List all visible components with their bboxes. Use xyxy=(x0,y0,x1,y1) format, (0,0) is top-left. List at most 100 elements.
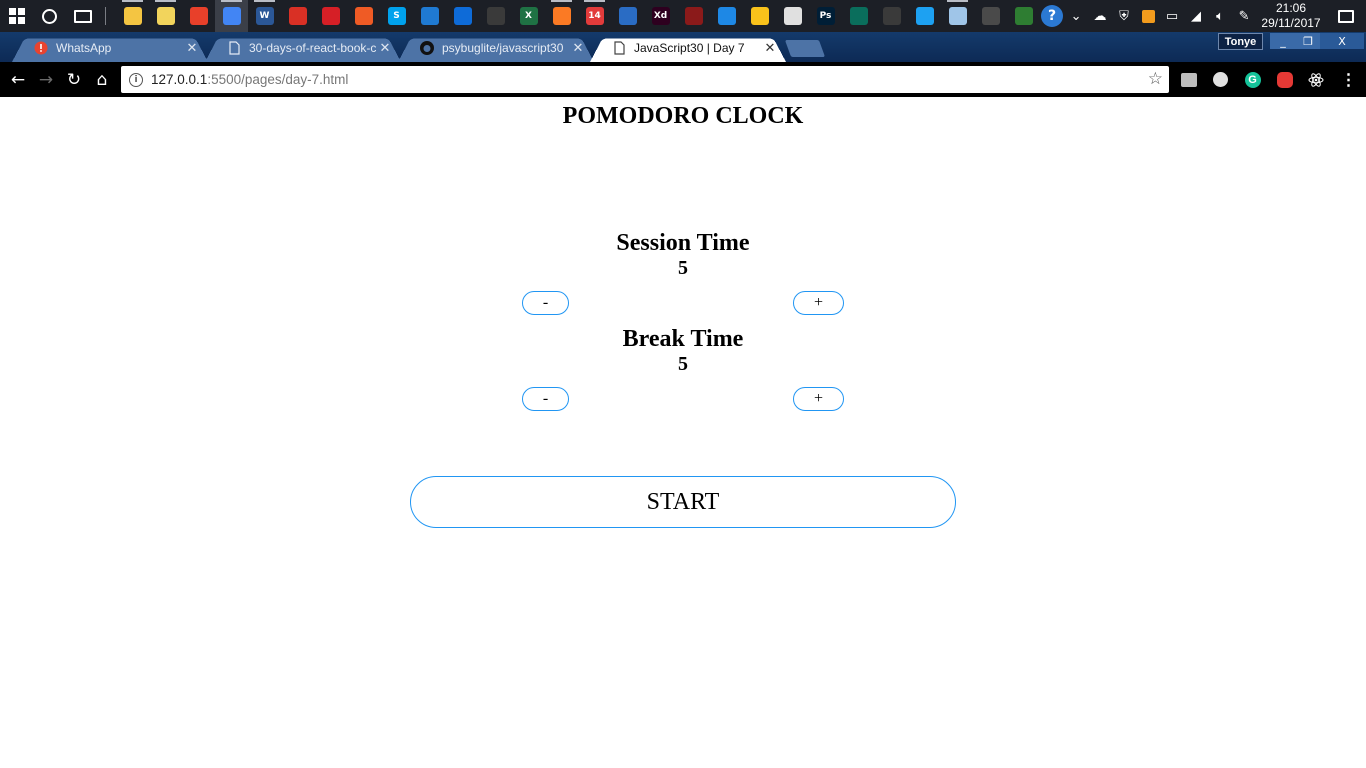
grammarly-icon[interactable]: G xyxy=(1244,71,1261,88)
network-icon[interactable]: ◢ xyxy=(1184,0,1208,32)
break-time-value: 5 xyxy=(678,353,688,375)
tab-whatsapp[interactable]: WhatsApp ✕ xyxy=(12,34,208,62)
app-glyph-icon xyxy=(882,7,901,25)
taskbar-app-acrobat[interactable] xyxy=(281,0,314,32)
address-bar[interactable]: i 127.0.0.1:5500/pages/day-7.html ☆ xyxy=(121,66,1169,93)
react-devtools-icon[interactable] xyxy=(1307,71,1324,88)
taskbar-app-teamviewer[interactable] xyxy=(446,0,479,32)
close-window-button[interactable]: X xyxy=(1320,33,1364,49)
task-view-button[interactable] xyxy=(66,0,99,32)
teamviewer-icon xyxy=(453,7,472,25)
reload-button[interactable]: ↻ xyxy=(60,62,88,97)
app-yellow-icon xyxy=(750,7,769,25)
tray-cloud-icon[interactable]: ☁ xyxy=(1088,0,1112,32)
back-button[interactable]: ← xyxy=(4,62,32,97)
taskbar-app-word[interactable]: W xyxy=(248,0,281,32)
taskbar-app-app-glyph[interactable] xyxy=(875,0,908,32)
start-button[interactable] xyxy=(0,0,33,32)
app-teal-icon xyxy=(849,7,868,25)
taskbar-app-vscode[interactable] xyxy=(413,0,446,32)
taskbar-app-app-yellow[interactable] xyxy=(743,0,776,32)
taskbar-app-app-blue[interactable] xyxy=(611,0,644,32)
adblock-icon[interactable] xyxy=(1276,71,1293,88)
show-hidden-icons-button[interactable]: ⌄ xyxy=(1064,0,1088,32)
tab-strip: WhatsApp ✕ 30-days-of-react-book-c ✕ psy… xyxy=(0,32,1366,62)
taskbar-app-app-cyan[interactable] xyxy=(710,0,743,32)
help-button[interactable]: ? xyxy=(1040,0,1064,32)
maximize-button[interactable]: ❐ xyxy=(1296,33,1320,49)
taskbar-app-adobe-xd[interactable]: Xd xyxy=(644,0,677,32)
taskbar-app-brave[interactable] xyxy=(182,0,215,32)
taskbar-app-chrome[interactable] xyxy=(215,0,249,32)
tray-media-icon[interactable] xyxy=(1136,0,1160,32)
clock-date: 29/11/2017 xyxy=(1261,16,1321,30)
taskbar-separator xyxy=(105,7,107,25)
close-tab-icon[interactable]: ✕ xyxy=(762,41,778,56)
arrow-right-icon: → xyxy=(38,69,54,90)
session-increment-button[interactable]: + xyxy=(793,291,844,315)
task-view-icon xyxy=(73,9,92,23)
taskbar-app-xampp[interactable] xyxy=(545,0,578,32)
pinned-apps: W S X 14 Xd Ps xyxy=(116,0,1040,32)
extension-photo-icon[interactable] xyxy=(1180,71,1197,88)
break-decrement-button[interactable]: - xyxy=(522,387,569,411)
url-text: 127.0.0.1:5500/pages/day-7.html xyxy=(151,72,348,87)
break-increment-button[interactable]: + xyxy=(793,387,844,411)
tab-30-days-of-react[interactable]: 30-days-of-react-book-c ✕ xyxy=(205,34,401,62)
start-button[interactable]: START xyxy=(410,476,956,528)
taskbar-app-app-red[interactable] xyxy=(677,0,710,32)
taskbar-app-notepad[interactable] xyxy=(941,0,974,32)
tab-github-javascript30[interactable]: psybuglite/javascript30 ✕ xyxy=(398,34,594,62)
cortana-icon xyxy=(42,8,58,24)
close-tab-icon[interactable]: ✕ xyxy=(570,41,586,56)
taskbar-app-opera[interactable] xyxy=(314,0,347,32)
taskbar-app-fourteen[interactable]: 14 xyxy=(578,0,611,32)
notification-icon xyxy=(1338,9,1355,23)
pen-icon[interactable]: ✎ xyxy=(1232,0,1256,32)
close-tab-icon[interactable]: ✕ xyxy=(184,41,200,56)
app-cyan-icon xyxy=(717,7,736,25)
taskbar-app-postman[interactable] xyxy=(347,0,380,32)
close-tab-icon[interactable]: ✕ xyxy=(377,41,393,56)
chrome-menu-icon[interactable]: ⋮ xyxy=(1340,71,1357,89)
extension-circle-icon[interactable] xyxy=(1212,71,1229,88)
forward-button[interactable]: → xyxy=(32,62,60,97)
app-circle-icon xyxy=(783,7,802,25)
windows-icon xyxy=(8,8,25,24)
taskbar-app-app-circle[interactable] xyxy=(776,0,809,32)
tab-title: JavaScript30 | Day 7 xyxy=(634,41,745,55)
taskbar-app-git[interactable] xyxy=(1007,0,1040,32)
tab-javascript30-day-7[interactable]: JavaScript30 | Day 7 ✕ xyxy=(590,34,786,62)
cortana-button[interactable] xyxy=(33,0,66,32)
info-icon[interactable]: i xyxy=(129,72,143,87)
cmd-icon xyxy=(486,7,505,25)
minimize-button[interactable]: _ xyxy=(1270,33,1296,49)
taskbar-app-twitter[interactable] xyxy=(908,0,941,32)
photoshop-icon: Ps xyxy=(816,7,835,25)
taskbar-app-photoshop[interactable]: Ps xyxy=(809,0,842,32)
session-time-label: Session Time xyxy=(616,230,750,256)
skype-icon: S xyxy=(387,7,406,25)
bookmark-star-icon[interactable]: ☆ xyxy=(1148,69,1163,89)
volume-icon[interactable]: 🔈︎ xyxy=(1208,0,1232,32)
battery-icon[interactable]: ▭ xyxy=(1160,0,1184,32)
taskbar-app-file-explorer[interactable] xyxy=(116,0,149,32)
action-center-button[interactable] xyxy=(1326,0,1366,32)
tray-shield-icon[interactable]: ⛨ xyxy=(1112,0,1136,32)
session-decrement-button[interactable]: - xyxy=(522,291,569,315)
new-tab-button[interactable] xyxy=(784,40,826,57)
taskbar-app-calculator[interactable] xyxy=(974,0,1007,32)
taskbar-app-skype[interactable]: S xyxy=(380,0,413,32)
taskbar-app-cmd[interactable] xyxy=(479,0,512,32)
taskbar-app-sticky-notes[interactable] xyxy=(149,0,182,32)
word-icon: W xyxy=(255,7,274,25)
vscode-icon xyxy=(420,7,439,25)
profile-button[interactable]: Tonye xyxy=(1218,33,1263,50)
page-content: POMODORO CLOCK Session Time 5 - + Break … xyxy=(0,97,1366,768)
whatsapp-alert-icon xyxy=(34,41,48,55)
taskbar-app-excel[interactable]: X xyxy=(512,0,545,32)
brave-icon xyxy=(189,7,208,25)
taskbar-clock[interactable]: 21:06 29/11/2017 xyxy=(1256,0,1326,32)
home-button[interactable]: ⌂ xyxy=(88,62,116,97)
taskbar-app-app-teal[interactable] xyxy=(842,0,875,32)
